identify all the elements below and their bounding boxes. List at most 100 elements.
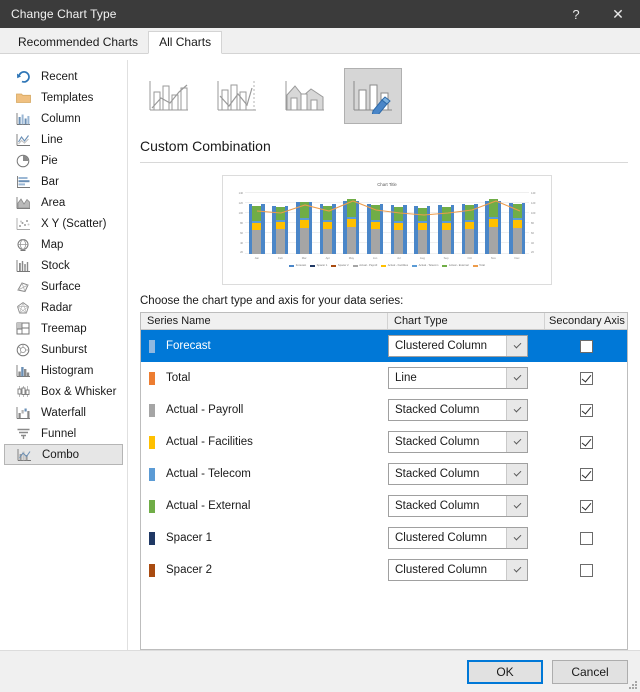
preview-column-group xyxy=(366,192,384,254)
series-color-swatch xyxy=(149,435,155,449)
tab-recommended-charts[interactable]: Recommended Charts xyxy=(8,32,148,54)
series-name-label: Actual - Telecom xyxy=(166,468,251,480)
chart-type-dropdown[interactable]: Line xyxy=(388,367,528,389)
sidebar-item-box-whisker[interactable]: Box & Whisker xyxy=(4,381,123,402)
chevron-down-icon[interactable] xyxy=(506,400,527,420)
secondary-axis-checkbox[interactable] xyxy=(579,371,593,385)
chevron-down-icon[interactable] xyxy=(506,368,527,388)
close-button[interactable]: ✕ xyxy=(596,0,640,28)
sunburst-chart-icon xyxy=(14,342,32,358)
table-row[interactable]: Total Line xyxy=(141,362,627,394)
secondary-axis-checkbox[interactable] xyxy=(579,563,593,577)
combo-thumbnail-row xyxy=(140,64,634,126)
chevron-down-icon[interactable] xyxy=(506,560,527,580)
sidebar-item-recent[interactable]: Recent xyxy=(4,66,123,87)
preview-x-label: Feb xyxy=(278,256,283,260)
chart-type-dropdown[interactable]: Stacked Column xyxy=(388,399,528,421)
secondary-axis-checkbox[interactable] xyxy=(579,435,593,449)
sidebar-item-stock[interactable]: Stock xyxy=(4,255,123,276)
secondary-axis-checkbox[interactable] xyxy=(579,531,593,545)
preview-x-label: Sep xyxy=(443,256,449,260)
preview-column-group xyxy=(248,192,266,254)
chart-type-value: Clustered Column xyxy=(395,532,488,544)
sidebar-item-funnel[interactable]: Funnel xyxy=(4,423,123,444)
table-row[interactable]: Forecast Clustered Column xyxy=(141,330,627,362)
secondary-axis-cell xyxy=(545,563,627,577)
secondary-axis-checkbox[interactable] xyxy=(579,403,593,417)
series-name-label: Forecast xyxy=(166,340,211,352)
column-header-series-name: Series Name xyxy=(141,313,388,329)
chart-type-cell: Clustered Column xyxy=(388,527,545,549)
sidebar-item-bar[interactable]: Bar xyxy=(4,171,123,192)
clustered-column-line-thumbnail[interactable] xyxy=(140,68,198,124)
chevron-down-icon[interactable] xyxy=(506,528,527,548)
chart-type-dropdown[interactable]: Clustered Column xyxy=(388,527,528,549)
bar-chart-icon xyxy=(14,174,32,190)
preview-column-group xyxy=(319,192,337,254)
templates-folder-icon xyxy=(14,90,32,106)
series-color-swatch xyxy=(149,499,155,513)
chart-type-dropdown[interactable]: Stacked Column xyxy=(388,463,528,485)
sidebar-item-combo[interactable]: Combo xyxy=(4,444,123,465)
sidebar-item-templates[interactable]: Templates xyxy=(4,87,123,108)
sidebar-item-sunburst[interactable]: Sunburst xyxy=(4,339,123,360)
chart-type-cell: Stacked Column xyxy=(388,495,545,517)
chevron-down-icon[interactable] xyxy=(506,464,527,484)
series-color-swatch xyxy=(149,563,155,577)
cancel-button[interactable]: Cancel xyxy=(552,659,628,684)
secondary-axis-cell xyxy=(545,499,627,513)
sidebar-item-column[interactable]: Column xyxy=(4,108,123,129)
chevron-down-icon[interactable] xyxy=(506,432,527,452)
combo-heading: Custom Combination xyxy=(140,126,628,163)
column-header-chart-type: Chart Type xyxy=(388,313,545,329)
series-name-label: Spacer 1 xyxy=(166,532,213,544)
sidebar-item-surface[interactable]: Surface xyxy=(4,276,123,297)
sidebar-item-radar[interactable]: Radar xyxy=(4,297,123,318)
tab-all-charts[interactable]: All Charts xyxy=(148,31,223,54)
sidebar-item-pie[interactable]: Pie xyxy=(4,150,123,171)
series-color-swatch xyxy=(149,467,155,481)
secondary-axis-checkbox[interactable] xyxy=(579,467,593,481)
sidebar-item-line[interactable]: Line xyxy=(4,129,123,150)
preview-column-group xyxy=(508,192,526,254)
secondary-axis-checkbox[interactable] xyxy=(579,339,593,353)
chart-type-dropdown[interactable]: Stacked Column xyxy=(388,431,528,453)
table-row[interactable]: Spacer 1 Clustered Column xyxy=(141,522,627,554)
table-row[interactable]: Actual - Telecom Stacked Column xyxy=(141,458,627,490)
tab-label: All Charts xyxy=(159,35,212,49)
chart-type-dropdown[interactable]: Stacked Column xyxy=(388,495,528,517)
secondary-axis-checkbox[interactable] xyxy=(579,499,593,513)
custom-combination-thumbnail[interactable] xyxy=(344,68,402,124)
resize-grip[interactable] xyxy=(627,679,637,689)
help-button[interactable]: ? xyxy=(556,0,596,28)
preview-column-group xyxy=(390,192,408,254)
chevron-down-icon[interactable] xyxy=(506,496,527,516)
preview-legend: Forecast Spacer 1 Spacer 2 Actual - Payr… xyxy=(223,264,551,267)
legend-item: Actual - Facilities xyxy=(381,264,408,267)
sidebar-item-histogram[interactable]: Histogram xyxy=(4,360,123,381)
sidebar-item-waterfall[interactable]: Waterfall xyxy=(4,402,123,423)
preview-column-group xyxy=(413,192,431,254)
box-whisker-chart-icon xyxy=(14,384,32,400)
series-name-cell: Actual - Telecom xyxy=(141,467,388,481)
table-row[interactable]: Actual - External Stacked Column xyxy=(141,490,627,522)
table-row[interactable]: Spacer 2 Clustered Column xyxy=(141,554,627,586)
sidebar-item-area[interactable]: Area xyxy=(4,192,123,213)
funnel-chart-icon xyxy=(14,426,32,442)
table-row[interactable]: Actual - Facilities Stacked Column xyxy=(141,426,627,458)
chevron-down-icon[interactable] xyxy=(506,336,527,356)
sidebar-item-label: Histogram xyxy=(41,364,94,377)
sidebar-item-treemap[interactable]: Treemap xyxy=(4,318,123,339)
series-table: Series Name Chart Type Secondary Axis Fo… xyxy=(140,312,628,650)
sidebar-item-map[interactable]: Map xyxy=(4,234,123,255)
stacked-area-clustered-column-thumbnail[interactable] xyxy=(276,68,334,124)
sidebar-item-xy-scatter[interactable]: X Y (Scatter) xyxy=(4,213,123,234)
series-table-header: Series Name Chart Type Secondary Axis xyxy=(141,313,627,330)
chart-type-dropdown[interactable]: Clustered Column xyxy=(388,559,528,581)
clustered-column-line-secondary-axis-thumbnail[interactable] xyxy=(208,68,266,124)
stock-chart-icon xyxy=(14,258,32,274)
chart-type-cell: Stacked Column xyxy=(388,431,545,453)
ok-button[interactable]: OK xyxy=(467,659,543,684)
table-row[interactable]: Actual - Payroll Stacked Column xyxy=(141,394,627,426)
chart-type-dropdown[interactable]: Clustered Column xyxy=(388,335,528,357)
